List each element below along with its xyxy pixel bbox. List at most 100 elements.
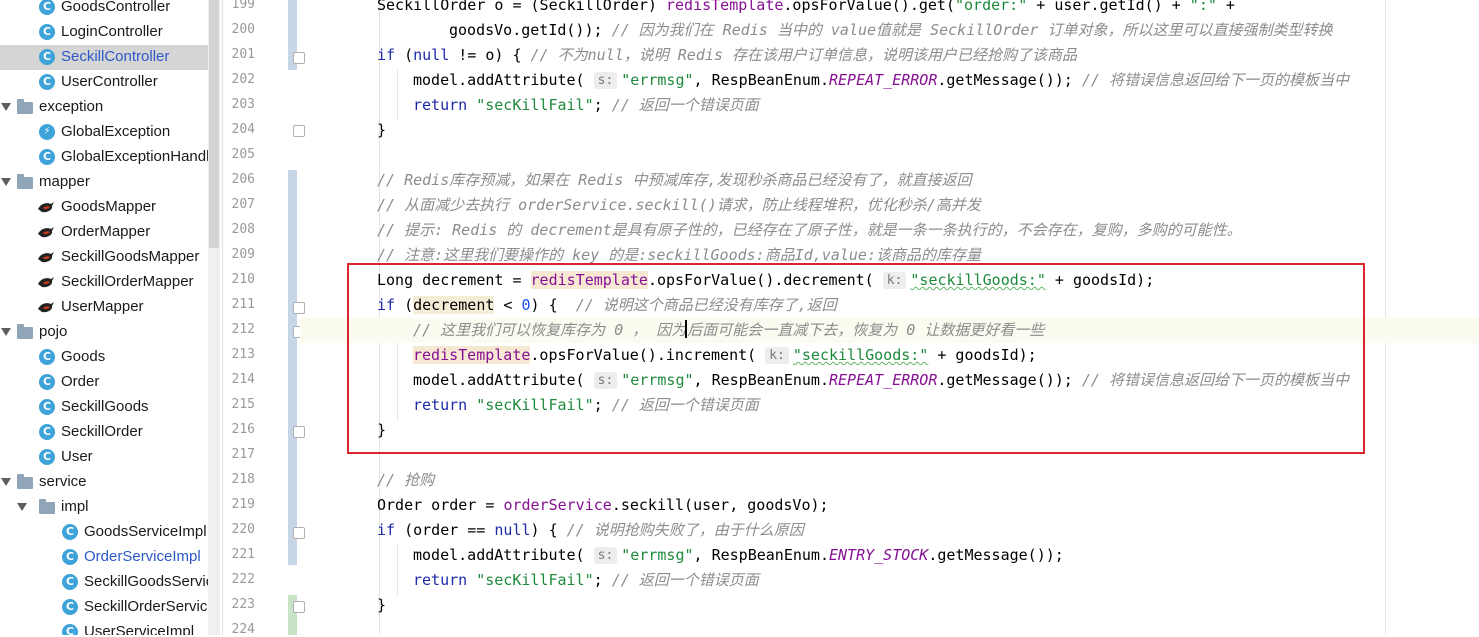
parameter-hint: s: [593,547,618,564]
tree-folder-impl[interactable]: impl [0,495,208,520]
code-text: } [377,596,387,614]
tree-folder-service[interactable]: service [0,470,208,495]
class-icon [39,424,55,440]
tree-item-globalexception[interactable]: GlobalException [0,120,208,145]
code-line-202[interactable]: model.addAttribute( s: "errmsg", RespBean… [413,68,1349,93]
fold-marker[interactable] [293,426,305,438]
code-text: Order order = [377,496,504,514]
line-number: 207 [231,197,255,212]
keyword: null [413,46,450,64]
chevron-down-icon[interactable] [1,478,11,486]
tree-folder-mapper[interactable]: mapper [0,170,208,195]
class-icon [62,624,78,635]
string-literal: "order:" [954,0,1028,14]
tree-item-seckillcontroller[interactable]: SeckillController [0,45,208,70]
highlight-box-annotation [347,263,1365,454]
code-line-204[interactable]: } [377,118,386,143]
tree-folder-pojo[interactable]: pojo [0,320,208,345]
keyword: if [377,521,396,539]
fold-marker[interactable] [293,52,305,64]
tree-item-userserviceimpl[interactable]: UserServiceImpl [0,620,208,635]
code-text: model.addAttribute( [413,546,594,564]
folder-icon [39,499,55,514]
class-icon [62,549,78,565]
code-comment: // 将错误信息返回给下一页的模板当中 [1081,71,1349,89]
folder-icon [17,324,33,339]
code-text: .opsForValue().get( [783,0,955,14]
folder-icon [17,474,33,489]
code-text: + user.getId() + [1027,0,1190,14]
code-line-221[interactable]: model.addAttribute( s: "errmsg", RespBean… [413,543,1064,568]
fold-marker[interactable] [293,601,305,613]
line-number: 204 [231,122,255,137]
tree-item-goodsserviceimpl[interactable]: GoodsServiceImpl [0,520,208,545]
tree-item-seckillgoodsmapper[interactable]: SeckillGoodsMapper [0,245,208,270]
code-comment: // Redis库存预减，如果在 Redis 中预减库存,发现秒杀商品已经没有了… [377,171,972,189]
code-line-208[interactable]: // 提示: Redis 的 decrement是具有原子性的，已经存在了原子性… [377,218,1242,243]
vcs-change-marker[interactable] [288,170,297,565]
tree-item-goods[interactable]: Goods [0,345,208,370]
class-icon [39,349,55,365]
code-text: .getMessage()); [928,546,1064,564]
line-number: 214 [231,372,255,387]
chevron-down-icon[interactable] [17,503,27,511]
tree-item-seckillordermapper[interactable]: SeckillOrderMapper [0,270,208,295]
tree-item-order[interactable]: Order [0,370,208,395]
tree-folder-exception[interactable]: exception [0,95,208,120]
code-line-222[interactable]: return "secKillFail"; // 返回一个错误页面 [413,568,759,593]
code-line-201[interactable]: if (null != o) { // 不为null，说明 Redis 存在该用… [377,43,1077,68]
chevron-down-icon[interactable] [1,178,11,186]
tree-item-goodsmapper[interactable]: GoodsMapper [0,195,208,220]
line-number: 219 [231,497,255,512]
code-comment: // 抢购 [377,471,435,489]
code-comment: // 说明抢购失败了，由于什么原因 [566,521,804,539]
chevron-down-icon[interactable] [1,328,11,336]
tree-item-orderserviceimpl[interactable]: OrderServiceImpl [0,545,208,570]
code-text: ; [593,96,612,114]
line-number: 220 [231,522,255,537]
class-icon [39,74,55,90]
line-number: 200 [231,22,255,37]
code-line-206[interactable]: // Redis库存预减，如果在 Redis 中预减库存,发现秒杀商品已经没有了… [377,168,972,193]
string-literal: "secKillFail" [476,96,594,114]
line-number: 211 [231,297,255,312]
tree-item-seckillorder[interactable]: SeckillOrder [0,420,208,445]
line-number: 221 [231,547,255,562]
tree-item-user[interactable]: User [0,445,208,470]
chevron-down-icon[interactable] [1,103,11,111]
code-line-219[interactable]: Order order = orderService.seckill(user,… [377,493,829,518]
code-line-218[interactable]: // 抢购 [377,468,434,493]
tree-item-seckillgoodsserviceimpl[interactable]: SeckillGoodsServic [0,570,213,595]
fold-marker[interactable] [293,527,305,539]
code-line-199[interactable]: SeckillOrder o = (SeckillOrder) redisTem… [377,0,1235,18]
code-text: , RespBeanEnum. [693,71,829,89]
tree-item-seckillorderserviceimpl[interactable]: SeckillOrderServic [0,595,208,620]
field-ref: redisTemplate [665,0,784,14]
tree-item-seckillgoods[interactable]: SeckillGoods [0,395,208,420]
string-literal: "errmsg" [621,546,694,564]
line-number: 208 [231,222,255,237]
tree-item-globalexceptionhandler[interactable]: GlobalExceptionHandl [0,145,209,170]
code-line-200[interactable]: goodsVo.getId()); // 因为我们在 Redis 当中的 val… [449,18,1333,43]
tree-item-ordermapper[interactable]: OrderMapper [0,220,208,245]
mybatis-bird-icon [38,202,54,213]
fold-marker[interactable] [293,125,305,137]
code-comment: // 不为null，说明 Redis 存在该用户订单信息，说明该用户已经抢购了该… [530,46,1077,64]
tree-item-usermapper[interactable]: UserMapper [0,295,208,320]
code-line-220[interactable]: if (order == null) { // 说明抢购失败了，由于什么原因 [377,518,804,543]
tree-item-logincontroller[interactable]: LoginController [0,20,208,45]
enum-constant: ENTRY_STOCK [829,546,929,564]
code-text: model.addAttribute( [413,71,594,89]
tree-scrollbar-thumb[interactable] [209,0,219,248]
line-number: 212 [231,322,255,337]
tree-item-goodscontroller[interactable]: GoodsController [0,0,208,20]
class-icon [62,574,78,590]
code-line-207[interactable]: // 从面减少去执行 orderService.seckill()请求，防止线程… [377,193,981,218]
code-line-203[interactable]: return "secKillFail"; // 返回一个错误页面 [413,93,759,118]
tree-item-usercontroller[interactable]: UserController [0,70,208,95]
code-line-223[interactable]: } [377,593,386,618]
fold-marker[interactable] [293,302,305,314]
project-tree: GoodsController LoginController SeckillC… [0,0,221,635]
string-literal: "errmsg" [621,71,694,89]
code-comment: // 返回一个错误页面 [611,96,759,114]
